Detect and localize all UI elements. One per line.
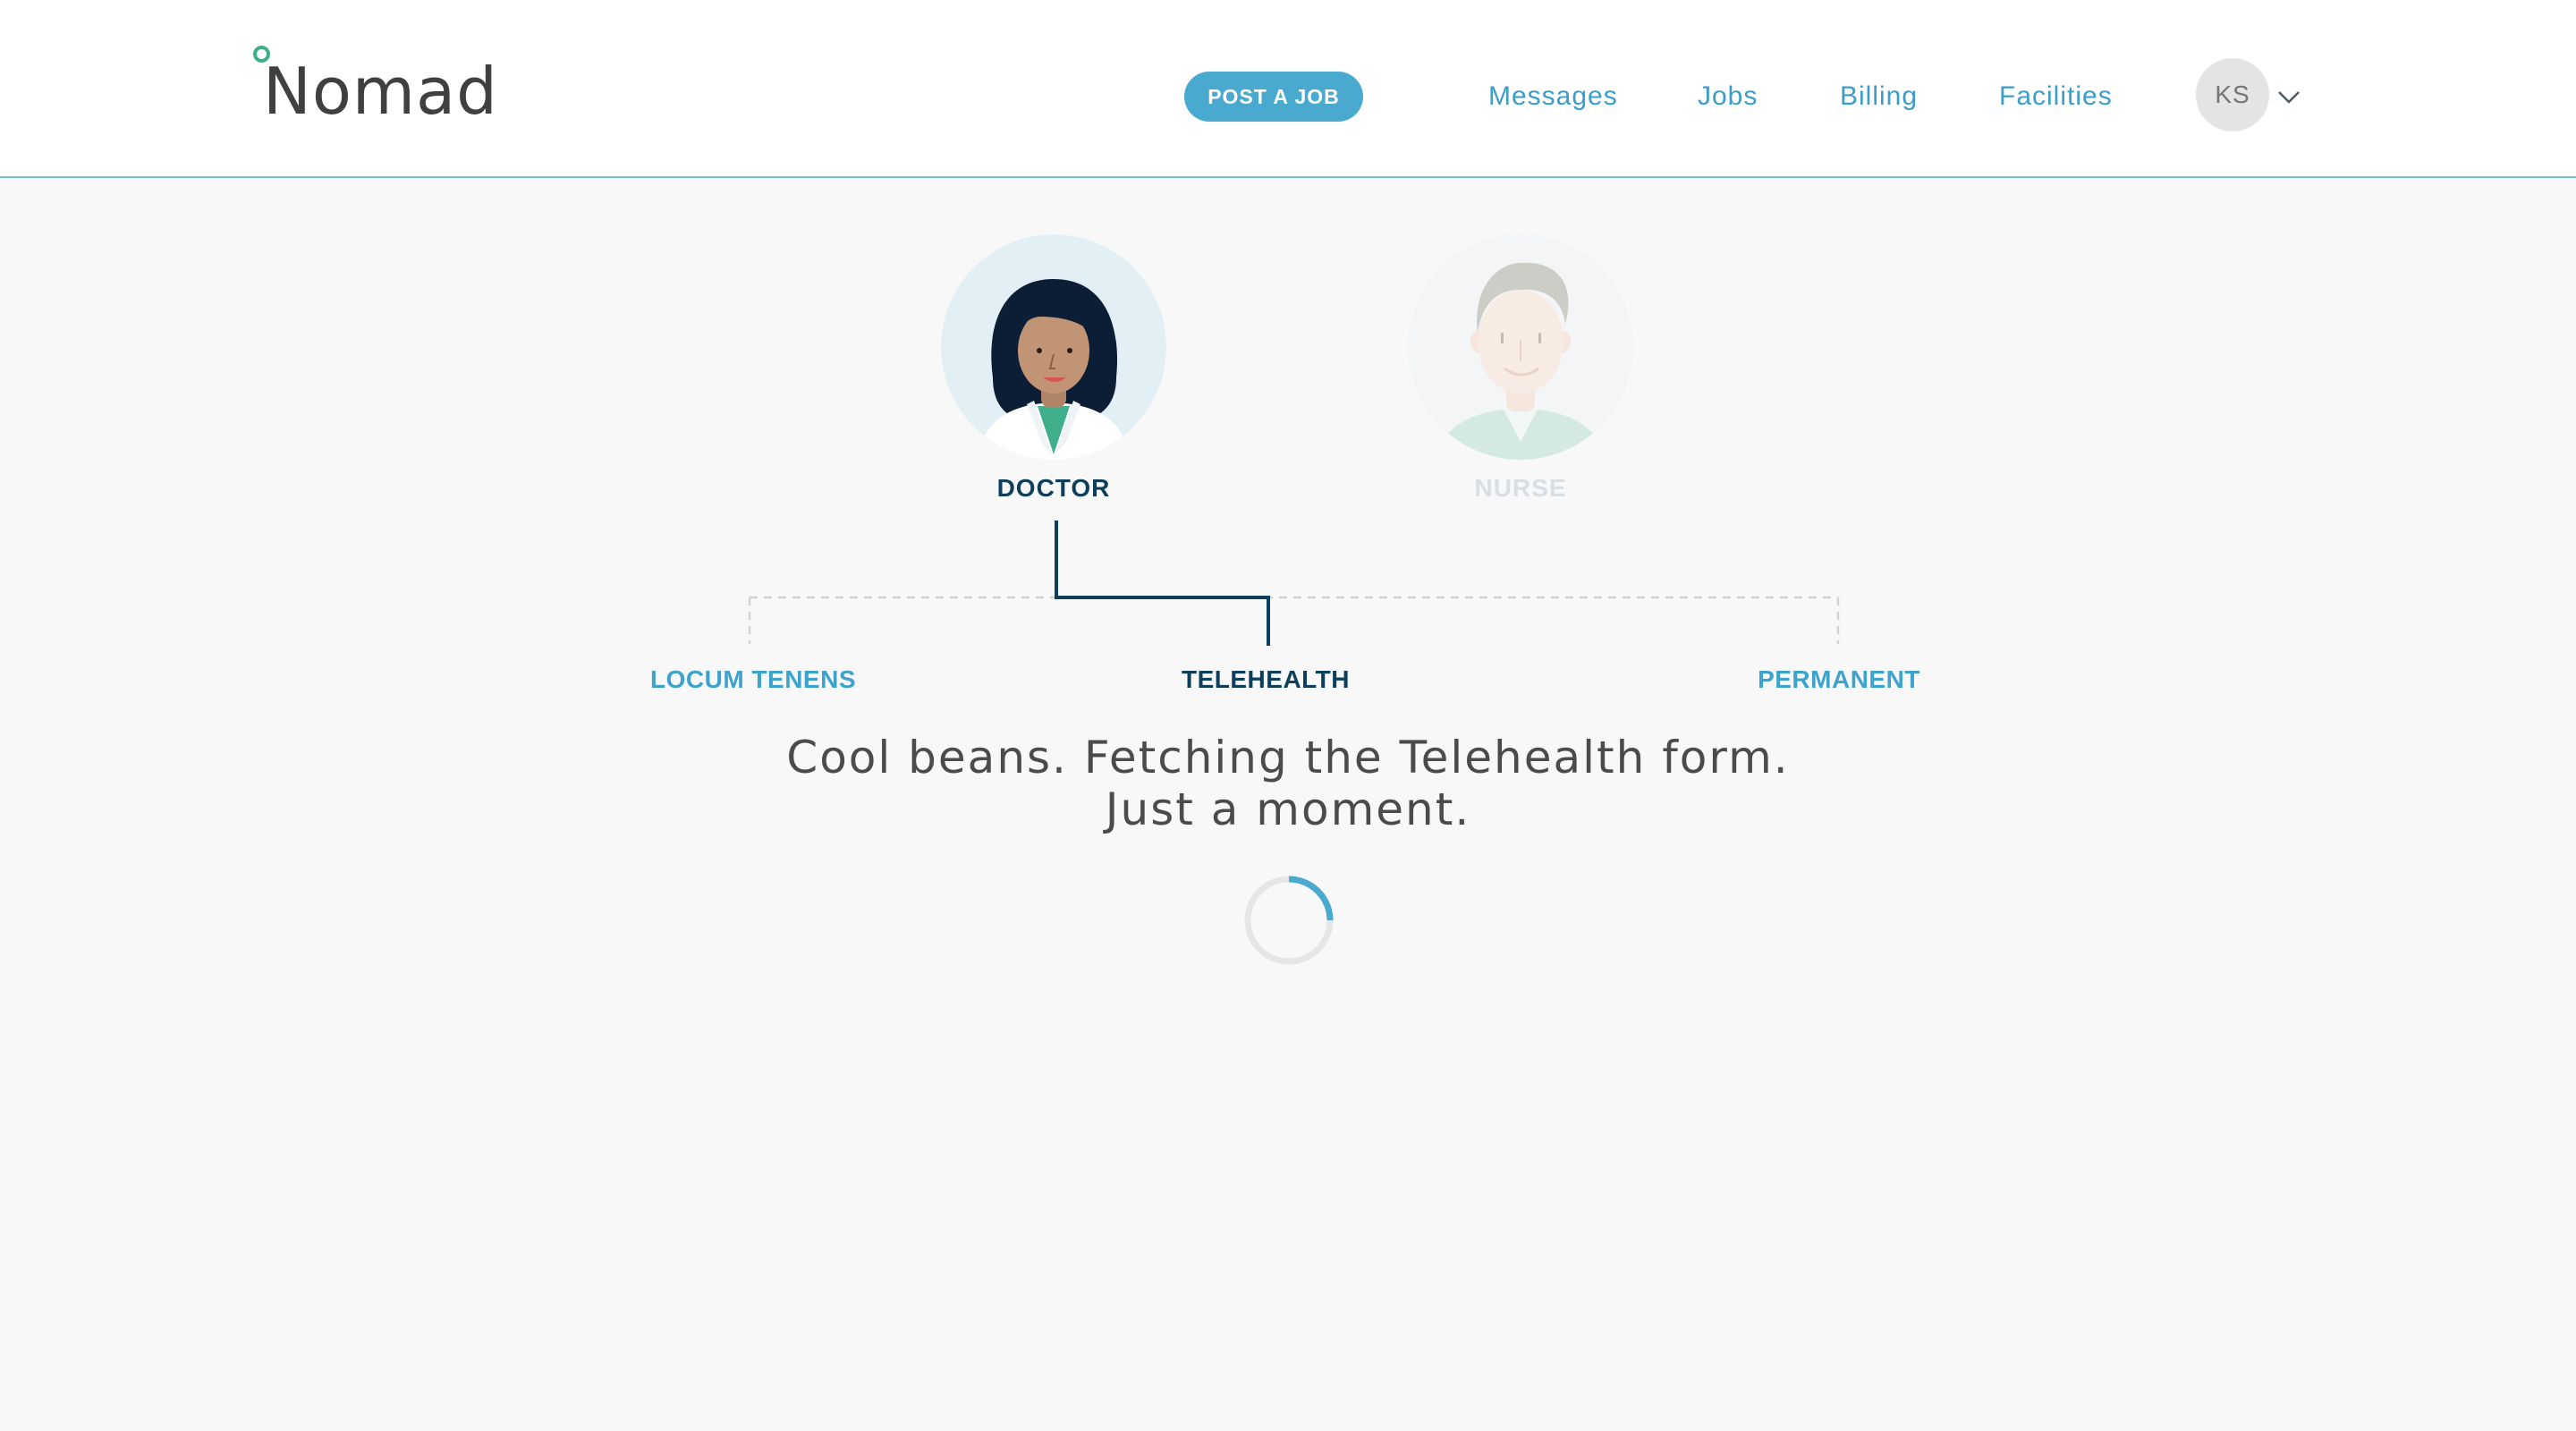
job-type-locum-tenens[interactable]: LOCUM TENENS bbox=[650, 665, 856, 694]
job-type-permanent[interactable]: PERMANENT bbox=[1758, 665, 1920, 694]
loading-message-line-1: Cool beans. Fetching the Telehealth form… bbox=[786, 732, 1790, 783]
job-type-telehealth[interactable]: TELEHEALTH bbox=[1182, 665, 1350, 694]
loading-message: Cool beans. Fetching the Telehealth form… bbox=[0, 732, 2576, 835]
loading-spinner-icon bbox=[1244, 876, 1334, 965]
selection-tree-connector bbox=[748, 521, 1840, 646]
loading-message-line-2: Just a moment. bbox=[1105, 783, 1471, 835]
